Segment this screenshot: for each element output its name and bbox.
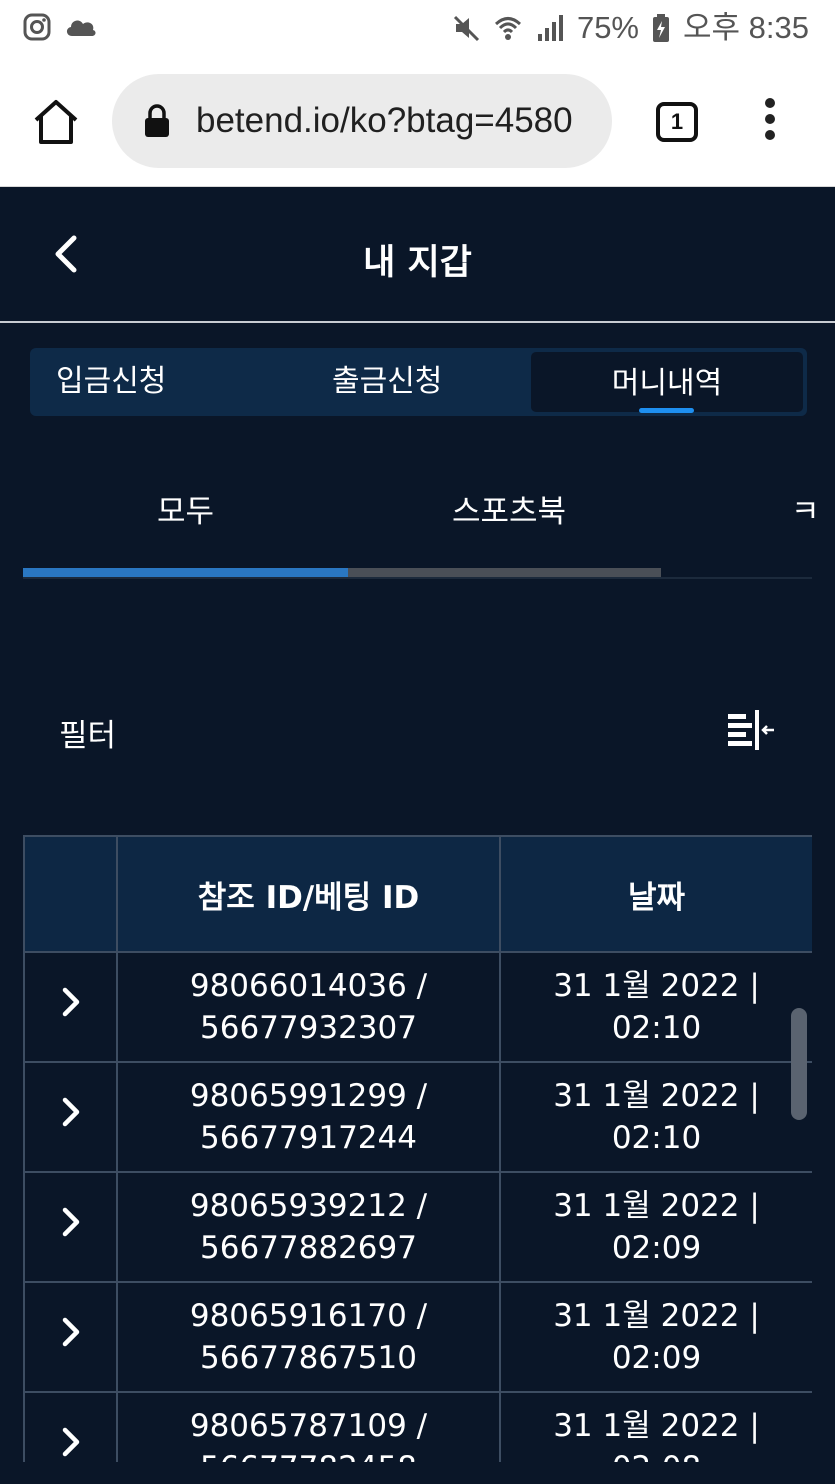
tab-deposit[interactable]: 입금신청 [56,348,166,416]
chevron-right-icon [62,1207,79,1236]
wallet-tabs: 입금신청 출금신청 머니내역 [30,348,807,416]
tab-money-history[interactable]: 머니내역 [531,352,803,413]
reference-id-cell: 98066014036 /56677932307 [116,951,501,1063]
tab-money-history-label: 머니내역 [611,366,723,401]
subtab-divider [23,577,812,579]
table-row[interactable]: 98065787109 /56677782458 31 1월 2022 |02:… [23,1391,812,1462]
subtab-casino[interactable]: ㅋ [791,486,820,531]
active-tab-indicator [639,408,694,413]
table-row[interactable]: 98066014036 /56677932307 31 1월 2022 | 02:… [23,951,812,1063]
filter-label: 필터 [59,718,117,754]
expand-row-button[interactable] [23,1281,118,1393]
home-icon[interactable] [30,96,82,148]
mute-icon [453,15,480,42]
clock: 오후 8:35 [683,10,809,45]
table-scrollbar[interactable] [791,1008,807,1120]
subtab-all[interactable]: 모두 [157,486,214,531]
column-header-date: 날짜 [499,835,812,953]
expand-row-button[interactable] [23,951,118,1063]
reference-id-cell: 98065991299 /56677917244 [116,1061,501,1173]
filter-collapse-icon[interactable] [726,708,776,752]
column-header-expand [23,835,118,953]
subtab-sportsbook[interactable]: 스포츠북 [452,486,566,531]
browser-toolbar: betend.io/ko?btag=4580 1 [0,56,835,187]
date-cell: 31 1월 2022 | 02:09 [499,1171,812,1283]
url-text: betend.io/ko?btag=4580 [196,101,573,140]
wifi-icon [494,17,521,40]
signal-icon [537,15,563,41]
app-header: 내 지갑 [0,188,835,323]
table-row[interactable]: 98065991299 /56677917244 31 1월 2022 | 02:… [23,1061,812,1173]
tab-withdrawal[interactable]: 출금신청 [332,348,442,416]
address-bar[interactable]: betend.io/ko?btag=4580 [112,74,612,168]
table-row[interactable]: 98065916170 /56677867510 31 1월 2022 | 02:… [23,1281,812,1393]
column-header-reference-id: 참조 ID/베팅 ID [116,835,501,953]
reference-id-cell: 98065787109 /56677782458 [116,1391,501,1462]
expand-row-button[interactable] [23,1171,118,1283]
reference-id-cell: 98065916170 /56677867510 [116,1281,501,1393]
reference-id-cell: 98065939212 /56677882697 [116,1171,501,1283]
expand-row-button[interactable] [23,1061,118,1173]
instagram-icon [23,13,51,41]
page-title: 내 지갑 [363,243,472,283]
table-header-row: 참조 ID/베팅 ID 날짜 [23,835,812,953]
date-cell: 31 1월 2022 |02:08 [499,1391,812,1462]
cloud-icon [66,20,96,36]
table-row[interactable]: 98065939212 /56677882697 31 1월 2022 | 02:… [23,1171,812,1283]
date-cell: 31 1월 2022 | 02:10 [499,951,812,1063]
chevron-right-icon [62,987,79,1016]
chevron-right-icon [62,1427,79,1456]
chevron-right-icon [62,1097,79,1126]
date-cell: 31 1월 2022 | 02:09 [499,1281,812,1393]
browser-menu-icon[interactable] [760,98,780,148]
battery-icon [653,14,669,42]
tab-switcher-button[interactable]: 1 [656,102,698,142]
subtab-scroll-indicator [23,568,348,577]
history-table: 참조 ID/베팅 ID 날짜 98066014036 /56677932307 … [23,835,812,1462]
date-cell: 31 1월 2022 | 02:10 [499,1061,812,1173]
lock-icon [145,104,169,137]
battery-percent: 75% [576,10,639,45]
expand-row-button[interactable] [23,1391,118,1462]
status-bar: 75% 오후 8:35 [0,0,835,56]
chevron-right-icon [62,1317,79,1346]
